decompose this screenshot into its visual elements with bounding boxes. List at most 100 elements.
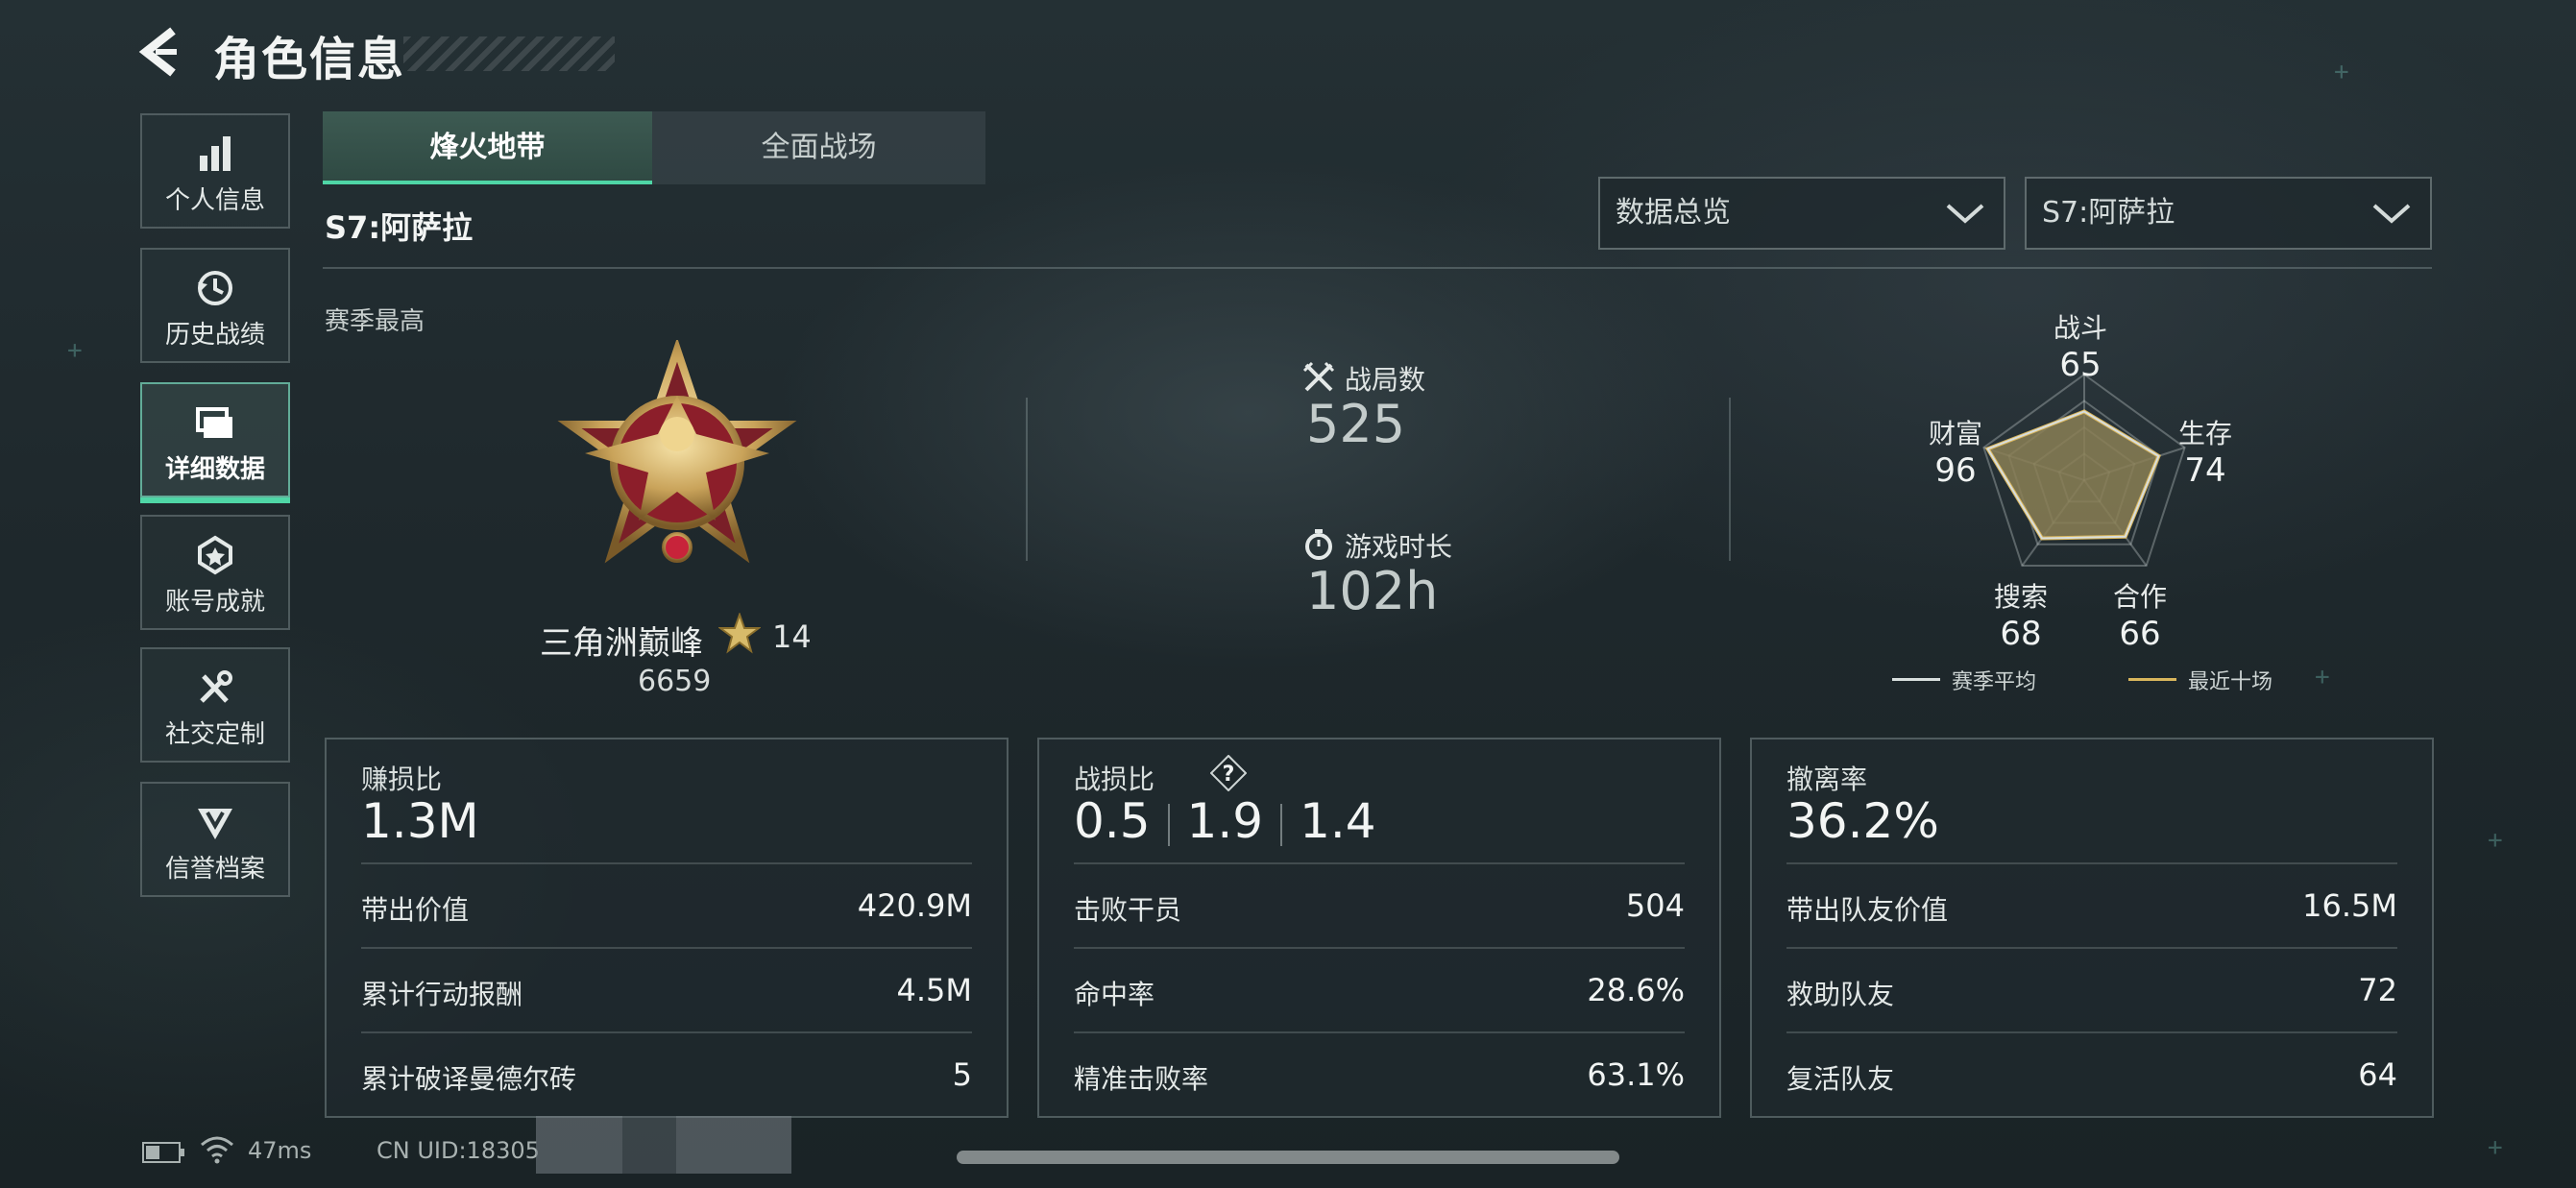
sidebar-item-label: 社交定制 [164, 720, 265, 749]
stat-row-label: 累计破译曼德尔砖 [361, 1063, 577, 1095]
rank-score: 6659 [638, 665, 712, 698]
stat-row-value: 72 [2358, 972, 2397, 1008]
kd-value: 0.5 [1074, 793, 1151, 849]
decor-cross-mark: + [2488, 1133, 2503, 1162]
sidebar-item-detailed-data[interactable]: 详细数据 [140, 382, 290, 503]
wifi-icon [201, 1136, 233, 1164]
stat-row-value: 64 [2358, 1056, 2397, 1093]
stat-row-value: 63.1% [1587, 1056, 1685, 1093]
rank-name: 三角洲巅峰 [540, 624, 703, 663]
rank-emblem-icon [557, 340, 797, 564]
stat-row: 救助队友 72 [1786, 947, 2397, 1031]
profit-card: 赚损比 1.3M 带出价值 420.9M 累计行动报酬 4.5M 累计破译曼德尔… [325, 738, 1009, 1118]
home-indicator[interactable] [957, 1151, 1619, 1164]
help-icon-glyph: ? [1223, 763, 1235, 787]
stat-row: 累计破译曼德尔砖 5 [361, 1031, 972, 1116]
radar-value-survival: 74 [2184, 451, 2226, 490]
help-icon[interactable]: ? [1210, 755, 1247, 791]
season-select[interactable]: S7:阿萨拉 [2025, 177, 2432, 250]
sidebar-item-label: 账号成就 [164, 588, 265, 617]
divider [1280, 803, 1283, 846]
stat-row-label: 复活队友 [1786, 1063, 1895, 1095]
page-title: 角色信息 [213, 33, 406, 86]
view-select-value: 数据总览 [1616, 196, 1731, 230]
legend-recent-swatch [2128, 678, 2176, 681]
radar-label-combat: 战斗 [2053, 312, 2107, 344]
radar-label-teamwork: 合作 [2112, 581, 2167, 613]
stat-row-value: 4.5M [896, 972, 973, 1008]
uid-redaction-block [676, 1116, 791, 1174]
stat-row-label: 带出队友价值 [1786, 894, 1949, 926]
tab-full-battlefield[interactable]: 全面战场 [654, 111, 984, 184]
stat-row: 带出价值 420.9M [361, 862, 972, 947]
stat-row-label: 命中率 [1074, 979, 1155, 1010]
radar-value-wealth: 96 [1934, 451, 1977, 490]
mode-tab-bar: 烽火地带 全面战场 [323, 111, 985, 184]
uid-text: CN UID:18305 [377, 1137, 540, 1164]
kd-values: 0.5 1.9 1.4 [1074, 793, 1376, 849]
chevron-down-icon [2372, 204, 2411, 224]
stat-row-label: 精准击败率 [1074, 1063, 1209, 1095]
rank-star-count: 14 [772, 618, 812, 655]
tools-icon [200, 670, 232, 703]
stat-row-label: 累计行动报酬 [361, 979, 523, 1010]
stat-row-value: 420.9M [857, 887, 972, 924]
kd-value: 1.4 [1300, 793, 1376, 849]
matches-value: 525 [1306, 394, 1406, 454]
timer-icon [1305, 529, 1332, 560]
title-decoration [403, 36, 615, 71]
radar-label-wealth: 财富 [1928, 418, 1982, 449]
divider [1026, 398, 1028, 561]
playtime-label: 游戏时长 [1345, 531, 1453, 563]
kd-card: 战损比 ? 0.5 1.9 1.4 击败干员 504 命中率 28.6% 精准击败率… [1037, 738, 1721, 1118]
extract-card: 撤离率 36.2% 带出队友价值 16.5M 救助队友 72 复活队友 64 [1750, 738, 2434, 1118]
reputation-shield-icon [198, 809, 232, 839]
stat-row: 累计行动报酬 4.5M [361, 947, 972, 1031]
legend-season-avg-swatch [1892, 678, 1940, 681]
stat-row-value: 28.6% [1587, 972, 1685, 1008]
ping-value: 47ms [248, 1137, 312, 1164]
sidebar-item-personal-info[interactable]: 个人信息 [140, 113, 290, 229]
card-title: 战损比 [1074, 764, 1155, 795]
stat-row: 复活队友 64 [1786, 1031, 2397, 1116]
matches-label: 战局数 [1345, 364, 1426, 396]
back-button[interactable] [134, 23, 192, 81]
stat-row: 命中率 28.6% [1074, 947, 1685, 1031]
stat-row-value: 16.5M [2302, 887, 2397, 924]
battery-icon [142, 1142, 184, 1163]
radar-value-teamwork: 66 [2119, 615, 2161, 653]
star-icon [718, 613, 761, 654]
radar-value-search: 68 [2000, 615, 2042, 653]
uid-redaction-block [536, 1116, 622, 1174]
season-title: S7:阿萨拉 [325, 209, 474, 246]
card-main-value: 36.2% [1786, 793, 1939, 849]
tab-firezone[interactable]: 烽火地带 [323, 111, 652, 184]
decor-cross-mark: + [2334, 58, 2349, 86]
history-clock-icon [198, 271, 232, 305]
radar-label-search: 搜索 [1993, 581, 2048, 613]
stat-row: 带出队友价值 16.5M [1786, 862, 2397, 947]
card-main-value: 1.3M [361, 793, 479, 849]
sidebar-item-achievements[interactable]: 账号成就 [140, 515, 290, 630]
sidebar-item-social[interactable]: 社交定制 [140, 647, 290, 763]
view-select[interactable]: 数据总览 [1598, 177, 2005, 250]
stat-row-value: 504 [1625, 887, 1685, 924]
back-arrow-icon [138, 27, 177, 77]
bar-chart-icon [200, 136, 231, 171]
sidebar-item-label: 详细数据 [164, 455, 265, 484]
decor-cross-mark: + [2315, 663, 2330, 691]
sidebar-item-label: 历史战绩 [164, 321, 265, 350]
chevron-down-icon [1946, 204, 1984, 224]
stat-row: 精准击败率 63.1% [1074, 1031, 1685, 1116]
section-label: 赛季最高 [325, 307, 425, 336]
sidebar-item-label: 个人信息 [164, 186, 265, 215]
radar-value-combat: 65 [2059, 346, 2102, 384]
card-title: 赚损比 [361, 764, 443, 795]
kd-value: 1.9 [1186, 793, 1264, 849]
crossed-swords-icon [1302, 361, 1335, 392]
sidebar-item-history[interactable]: 历史战绩 [140, 248, 290, 363]
decor-cross-mark: + [2488, 826, 2503, 855]
legend-season-avg-label: 赛季平均 [1952, 670, 2037, 694]
achievement-badge-icon [198, 535, 232, 575]
sidebar-item-reputation[interactable]: 信誉档案 [140, 782, 290, 897]
